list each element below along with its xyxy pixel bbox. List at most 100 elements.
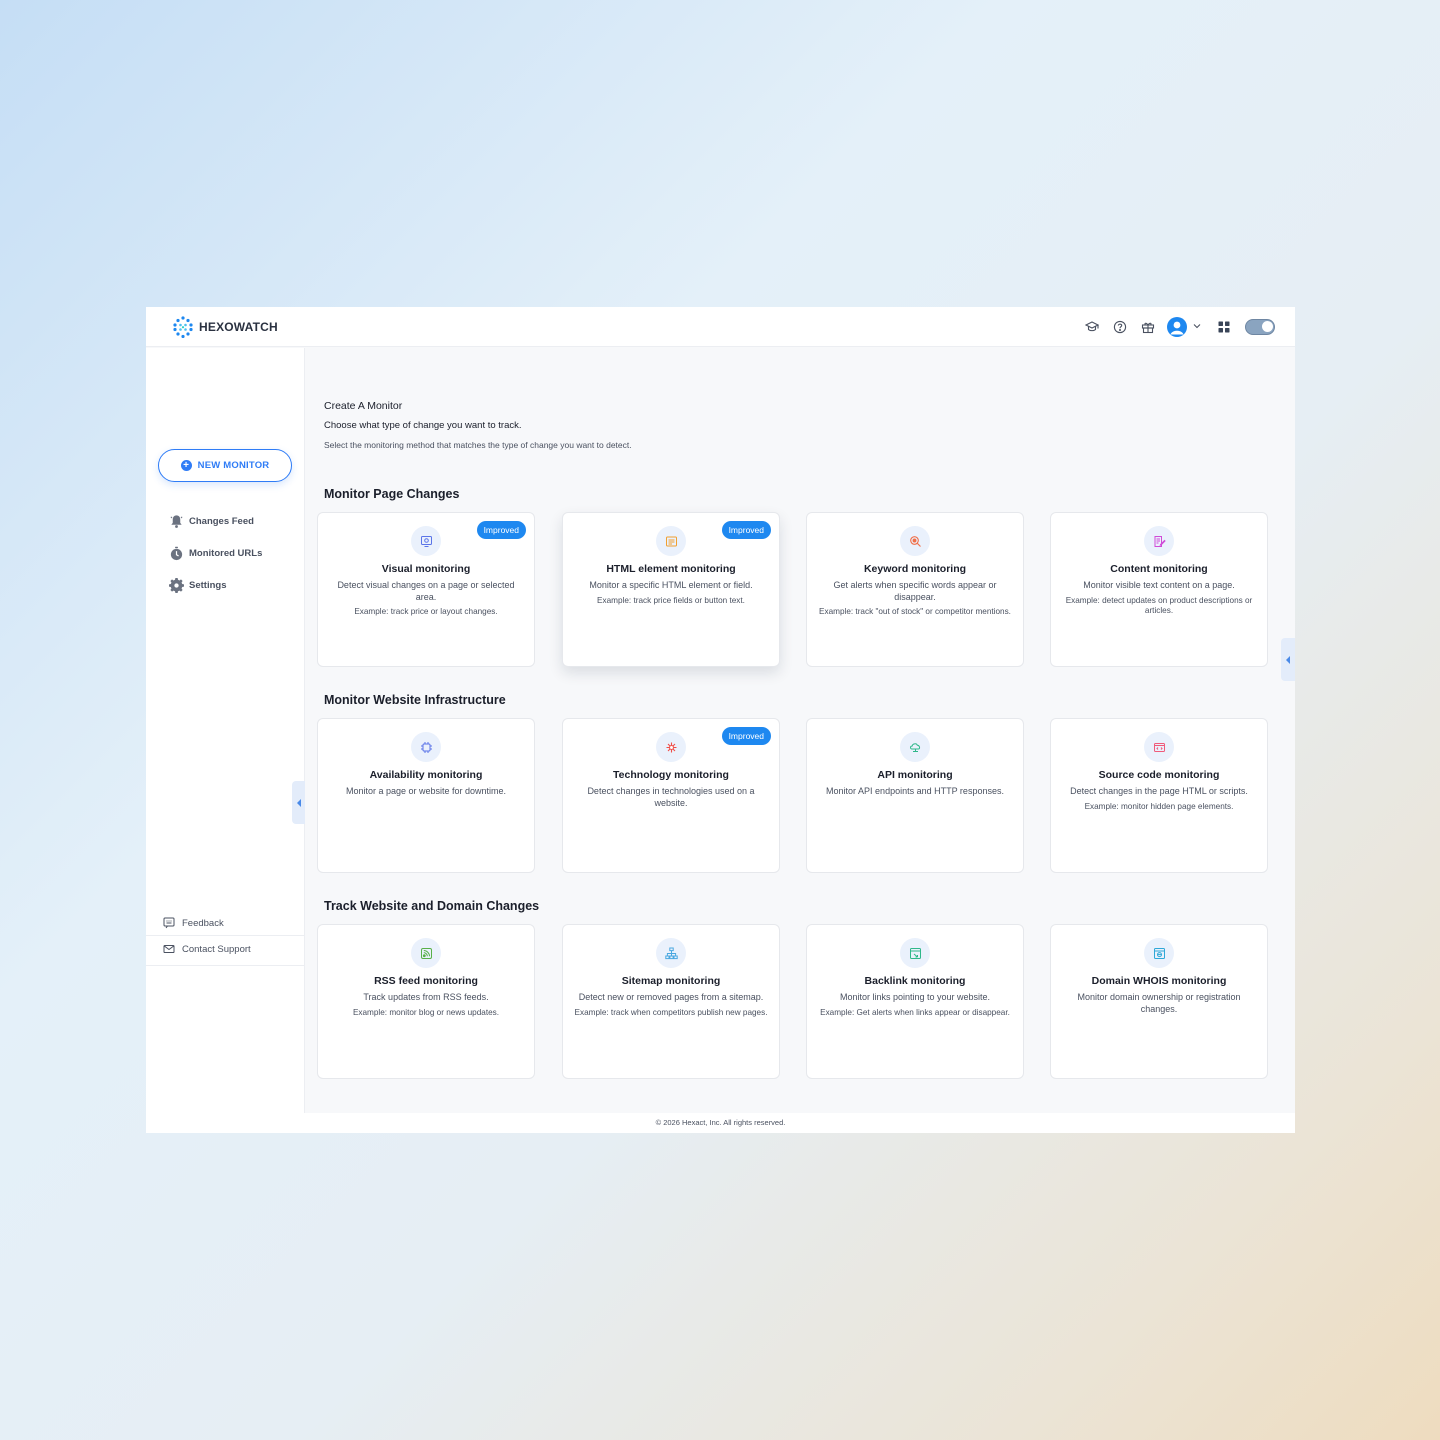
- card-desc-text: Monitor visible text content on a page.: [1083, 580, 1235, 590]
- card-title: Source code monitoring: [1098, 769, 1220, 781]
- card-api-monitoring[interactable]: API monitoring Monitor API endpoints and…: [806, 718, 1024, 873]
- new-monitor-label: NEW MONITOR: [197, 460, 270, 471]
- improved-badge: Improved: [476, 521, 526, 539]
- card-example: Example: Get alerts when links appear or…: [820, 1007, 1010, 1017]
- sidebar-item-label: Changes Feed: [189, 515, 254, 527]
- sidebar-item-settings[interactable]: Settings: [169, 577, 226, 593]
- card-example: Example: monitor hidden page elements.: [1084, 801, 1234, 811]
- technology-icon: [656, 732, 686, 762]
- card-source-code-monitoring[interactable]: Source code monitoring Detect changes in…: [1050, 718, 1268, 873]
- divider: [146, 965, 305, 966]
- card-description: Detect changes in the page HTML or scrip…: [1061, 786, 1257, 812]
- chevron-left-icon: [1286, 655, 1290, 664]
- card-title: Availability monitoring: [369, 769, 483, 781]
- section-title-page-changes: Monitor Page Changes: [324, 487, 460, 501]
- card-description: Monitor domain ownership or registration…: [1061, 992, 1257, 1015]
- chevron-left-icon: [296, 798, 301, 807]
- card-content-monitoring[interactable]: Content monitoring Monitor visible text …: [1050, 512, 1268, 667]
- card-technology-monitoring[interactable]: Improved Technology monitoring Detect ch…: [562, 718, 780, 873]
- card-title: Sitemap monitoring: [621, 975, 721, 987]
- card-description: Get alerts when specific words appear or…: [817, 580, 1013, 618]
- card-description: Monitor links pointing to your website. …: [817, 992, 1013, 1018]
- sitemap-icon: [656, 938, 686, 968]
- improved-badge: Improved: [721, 521, 771, 539]
- mail-icon: [163, 945, 175, 953]
- card-description: Detect new or removed pages from a sitem…: [573, 992, 769, 1018]
- sidebar-item-monitored-urls[interactable]: Monitored URLs: [169, 545, 262, 561]
- card-example: Example: monitor blog or news updates.: [352, 1007, 500, 1017]
- card-title: Content monitoring: [1110, 563, 1208, 575]
- card-desc-text: Detect visual changes on a page or selec…: [337, 580, 515, 602]
- hexowatch-logo-icon: [173, 316, 193, 338]
- brand-logo[interactable]: HEXOWATCH: [172, 315, 278, 339]
- feedback-icon: [163, 917, 175, 929]
- card-description: Monitor a page or website for downtime.: [328, 786, 524, 798]
- card-desc-text: Monitor a page or website for downtime.: [345, 786, 507, 796]
- card-title: RSS feed monitoring: [374, 975, 478, 987]
- sidebar-item-label: Monitored URLs: [189, 547, 263, 559]
- card-desc-text: Track updates from RSS feeds.: [363, 992, 489, 1002]
- card-desc-text: Monitor links pointing to your website.: [839, 992, 991, 1002]
- card-desc-text: Monitor API endpoints and HTTP responses…: [826, 786, 1004, 796]
- sidebar: + NEW MONITOR Changes Feed Monitored URL…: [146, 348, 305, 1113]
- availability-icon: [411, 732, 441, 762]
- apps-grid-icon[interactable]: [1218, 321, 1230, 333]
- rss-feed-icon: [411, 938, 441, 968]
- feedback-link[interactable]: Feedback: [163, 916, 224, 930]
- card-domain-whois-monitoring[interactable]: Domain WHOIS monitoring Monitor domain o…: [1050, 924, 1268, 1079]
- content-edit-icon: [1144, 526, 1174, 556]
- page-subtitle: Choose what type of change you want to t…: [324, 420, 522, 431]
- card-rss-feed-monitoring[interactable]: RSS feed monitoring Track updates from R…: [317, 924, 535, 1079]
- gift-icon[interactable]: [1141, 320, 1155, 334]
- source-code-icon: [1144, 732, 1174, 762]
- card-description: Detect visual changes on a page or selec…: [328, 580, 524, 618]
- card-visual-monitoring[interactable]: Improved Visual monitoring Detect visual…: [317, 512, 535, 667]
- card-backlink-monitoring[interactable]: Backlink monitoring Monitor links pointi…: [806, 924, 1024, 1079]
- section-title-infrastructure: Monitor Website Infrastructure: [324, 693, 506, 707]
- new-monitor-button[interactable]: + NEW MONITOR: [158, 449, 292, 482]
- html-element-icon: [656, 526, 686, 556]
- card-description: Monitor a specific HTML element or field…: [573, 580, 769, 606]
- toggle-knob: [1262, 321, 1273, 332]
- card-desc-text: Monitor domain ownership or registration…: [1077, 992, 1241, 1014]
- page-title: Create A Monitor: [324, 400, 403, 412]
- card-example: Example: track when competitors publish …: [574, 1007, 768, 1017]
- graduation-cap-icon[interactable]: [1085, 320, 1099, 334]
- gear-icon: [169, 577, 184, 593]
- sidebar-item-changes-feed[interactable]: Changes Feed: [169, 513, 254, 529]
- backlink-icon: [900, 938, 930, 968]
- page-description: Select the monitoring method that matche…: [324, 440, 632, 450]
- sidebar-collapse-button[interactable]: [292, 781, 305, 824]
- bell-icon: [170, 514, 183, 528]
- contact-support-label: Contact Support: [182, 943, 251, 955]
- card-html-element-monitoring[interactable]: Improved HTML element monitoring Monitor…: [562, 512, 780, 667]
- contact-support-link[interactable]: Contact Support: [163, 942, 251, 956]
- section-title-domain-changes: Track Website and Domain Changes: [324, 899, 540, 913]
- card-availability-monitoring[interactable]: Availability monitoring Monitor a page o…: [317, 718, 535, 873]
- card-description: Track updates from RSS feeds. Example: m…: [328, 992, 524, 1018]
- user-avatar-icon[interactable]: [1167, 317, 1187, 337]
- chevron-down-icon[interactable]: [1192, 321, 1202, 331]
- help-circle-icon[interactable]: [1113, 320, 1127, 334]
- card-example: Example: detect updates on product descr…: [1065, 595, 1253, 616]
- card-keyword-monitoring[interactable]: Keyword monitoring Get alerts when speci…: [806, 512, 1024, 667]
- theme-toggle[interactable]: [1245, 319, 1275, 335]
- right-panel-toggle-button[interactable]: [1281, 638, 1295, 681]
- card-desc-text: Detect changes in the page HTML or scrip…: [1070, 786, 1248, 796]
- card-title: Visual monitoring: [381, 563, 471, 575]
- top-bar: HEXOWATCH: [146, 307, 1295, 347]
- sidebar-item-label: Settings: [189, 579, 227, 591]
- card-desc-text: Detect changes in technologies used on a…: [587, 786, 755, 808]
- card-example: Example: track price fields or button te…: [597, 595, 745, 605]
- card-title: Domain WHOIS monitoring: [1091, 975, 1227, 987]
- card-description: Monitor API endpoints and HTTP responses…: [817, 786, 1013, 798]
- card-title: Keyword monitoring: [863, 563, 967, 575]
- card-desc-text: Detect new or removed pages from a sitem…: [578, 992, 764, 1002]
- card-desc-text: Monitor a specific HTML element or field…: [589, 580, 753, 590]
- card-title: API monitoring: [877, 769, 953, 781]
- visual-monitor-icon: [411, 526, 441, 556]
- brand-name: HEXOWATCH: [199, 320, 278, 334]
- whois-domain-icon: [1144, 938, 1174, 968]
- card-sitemap-monitoring[interactable]: Sitemap monitoring Detect new or removed…: [562, 924, 780, 1079]
- timer-icon: [170, 546, 183, 560]
